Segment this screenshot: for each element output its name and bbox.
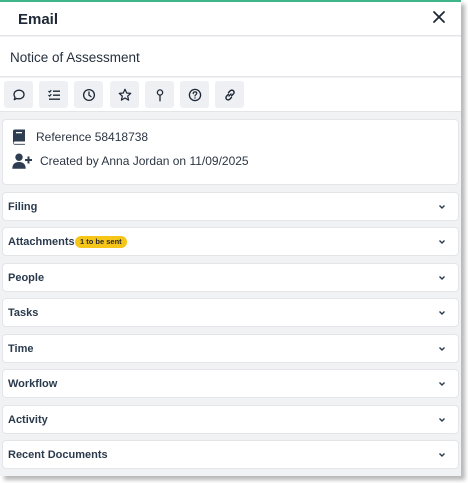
section-label: Filing: [8, 201, 38, 213]
link-button[interactable]: [215, 81, 244, 108]
close-icon: [433, 11, 445, 23]
section-label: Activity: [8, 414, 48, 426]
help-icon: [188, 88, 201, 101]
section-people[interactable]: People: [2, 263, 459, 292]
created-text: Created by Anna Jordan on 11/09/2025: [40, 154, 249, 168]
chevron-down-icon: [439, 205, 445, 209]
chevron-down-icon: [439, 276, 445, 280]
details-card: Reference 58418738 Created by Anna Jorda…: [2, 119, 459, 185]
section-label: Tasks: [8, 307, 39, 319]
favourite-button[interactable]: [110, 81, 139, 108]
pin-icon: [156, 88, 163, 101]
star-icon: [118, 88, 131, 101]
chevron-down-icon: [439, 311, 445, 315]
section-label: Attachments: [8, 236, 75, 248]
reference-row: Reference 58418738: [12, 129, 148, 145]
section-label: People: [8, 272, 45, 284]
section-label: Time: [8, 343, 34, 355]
section-attachments[interactable]: Attachments 1 to be sent: [2, 227, 459, 256]
panel-title: Email: [18, 11, 59, 28]
section-recent-documents[interactable]: Recent Documents: [2, 440, 459, 469]
time-button[interactable]: [74, 81, 103, 108]
section-label: Recent Documents: [8, 449, 108, 461]
chevron-down-icon: [439, 382, 445, 386]
chevron-down-icon: [439, 347, 445, 351]
help-button[interactable]: [180, 81, 209, 108]
section-time[interactable]: Time: [2, 334, 459, 363]
created-row: Created by Anna Jordan on 11/09/2025: [12, 153, 249, 169]
section-tasks[interactable]: Tasks: [2, 298, 459, 327]
link-icon: [224, 88, 235, 101]
pin-button[interactable]: [145, 81, 174, 108]
chevron-down-icon: [439, 240, 445, 244]
email-subject: Notice of Assessment: [0, 37, 461, 77]
chevron-down-icon: [439, 418, 445, 422]
subject-text: Notice of Assessment: [10, 50, 140, 65]
section-activity[interactable]: Activity: [2, 405, 459, 434]
chevron-down-icon: [439, 453, 445, 457]
section-filing[interactable]: Filing: [2, 192, 459, 221]
email-panel: Email Notice of Assessment Reference 584…: [0, 0, 461, 476]
add-user-icon: [12, 153, 32, 169]
section-label: Workflow: [8, 378, 58, 390]
reference-text: Reference 58418738: [36, 130, 149, 144]
attachments-badge: 1 to be sent: [75, 236, 127, 248]
panel-header: Email: [0, 2, 461, 36]
checklist-icon: [47, 89, 60, 100]
checklist-button[interactable]: [39, 81, 68, 108]
comment-button[interactable]: [4, 81, 33, 108]
book-icon: [13, 129, 25, 145]
section-workflow[interactable]: Workflow: [2, 369, 459, 398]
close-button[interactable]: [429, 7, 449, 27]
comment-icon: [12, 89, 25, 100]
clock-icon: [82, 88, 95, 101]
toolbar: [0, 78, 461, 112]
